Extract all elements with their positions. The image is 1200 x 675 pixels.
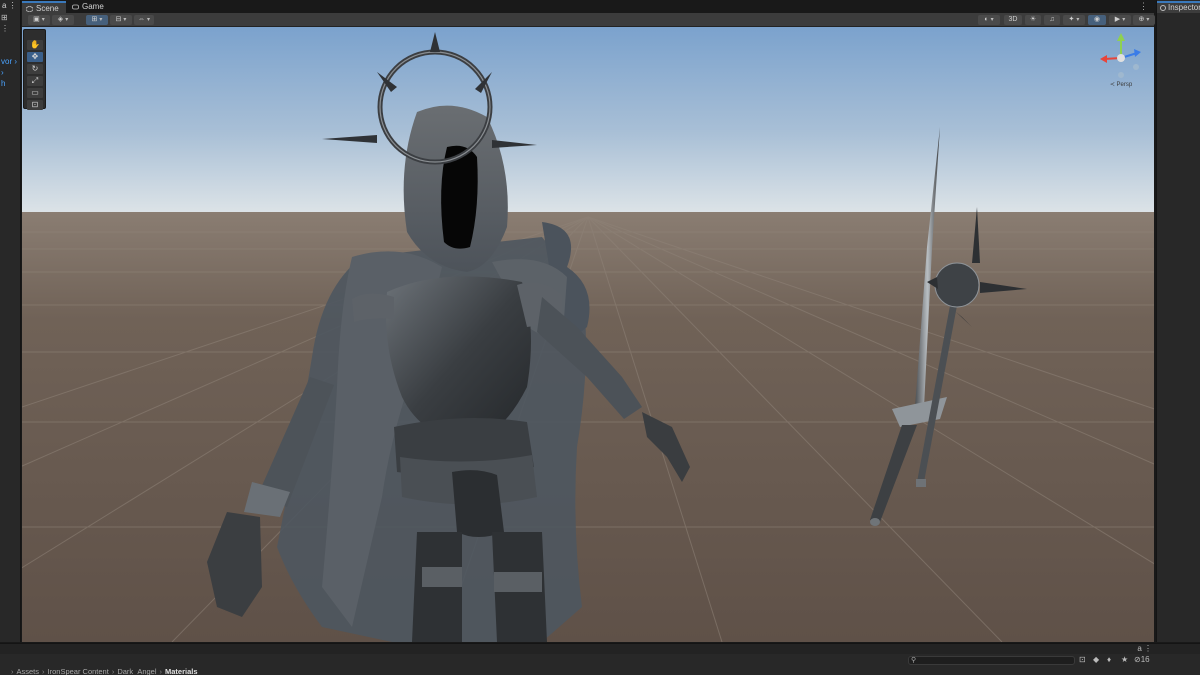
- hierarchy-row[interactable]: [0, 34, 20, 45]
- hierarchy-row[interactable]: h: [0, 78, 20, 89]
- increment-snap-button[interactable]: ⇔ ▾: [134, 15, 154, 25]
- scale-tool-button[interactable]: ⤢: [27, 76, 43, 86]
- transform-handle-button[interactable]: ⊞ ▾: [86, 15, 108, 25]
- audio-toggle-button[interactable]: ♫: [1044, 15, 1060, 25]
- game-tab-icon: [72, 4, 79, 10]
- hierarchy-row[interactable]: ⋮: [0, 23, 20, 34]
- project-panel: a ⋮ ⚲ ⊡ ◆ ♦ ★ ⊘16 › Assets › IronSpear Cont…: [0, 643, 1200, 675]
- rect-icon: ▭: [31, 88, 39, 97]
- breadcrumb-item[interactable]: Dark_Angel: [117, 667, 156, 675]
- filter-type-icon[interactable]: ⊡: [1079, 655, 1086, 664]
- breadcrumb: › Assets › IronSpear Content › Dark_Angel › Mat…: [8, 667, 198, 675]
- inspector-panel: Inspector: [1156, 0, 1200, 642]
- rect-tool-button[interactable]: ▭: [27, 88, 43, 98]
- hierarchy-row[interactable]: vor ›: [0, 56, 20, 67]
- camera-settings-button[interactable]: ▶ ▾: [1109, 15, 1131, 25]
- breadcrumb-item[interactable]: IronSpear Content: [48, 667, 109, 675]
- tab-bar: Scene Game ⋮: [22, 0, 1154, 13]
- hidden-objects-button[interactable]: ◉: [1088, 15, 1106, 25]
- hierarchy-row[interactable]: ›: [0, 67, 20, 78]
- more-options-icon[interactable]: ⋮: [1139, 1, 1148, 12]
- lighting-icon: ☀: [1029, 16, 1037, 23]
- breadcrumb-item[interactable]: Assets: [17, 667, 40, 675]
- filter-label-icon[interactable]: ◆: [1093, 655, 1099, 664]
- increment-snap-icon: ⇔: [137, 16, 145, 23]
- hierarchy-row[interactable]: [0, 45, 20, 56]
- orientation-gizmo[interactable]: ≺ Persp: [1092, 29, 1150, 91]
- panel-menu-icon[interactable]: a ⋮: [1137, 644, 1152, 653]
- move-tool-button[interactable]: ✥: [27, 52, 43, 62]
- breadcrumb-item[interactable]: Materials: [165, 667, 198, 675]
- breadcrumb-arrow-icon: ›: [11, 667, 14, 675]
- favorite-star-icon[interactable]: ★: [1121, 655, 1128, 664]
- shading-icon: ◐: [984, 16, 989, 23]
- visibility-icon: ◉: [1093, 16, 1101, 23]
- 2d-toggle-button[interactable]: 3D: [1004, 15, 1022, 25]
- scene-render: [22, 27, 1154, 642]
- audio-icon: ♫: [1049, 16, 1055, 23]
- project-search-input[interactable]: ⚲: [908, 656, 1075, 665]
- hand-icon: ✋: [30, 40, 40, 49]
- scene-window: Scene Game ⋮ ▣ ▾ ◈ ▾ ⊞ ▾ ⊟ ▾ ⇔ ▾ ◐ ▾ 3D ☀ ♫ ✦ ▾…: [22, 0, 1155, 642]
- lighting-toggle-button[interactable]: ☀: [1025, 15, 1041, 25]
- transform-handle-icon: ⊞: [91, 16, 98, 23]
- breadcrumb-arrow-icon: ›: [42, 667, 45, 675]
- effects-button[interactable]: ✦ ▾: [1063, 15, 1085, 25]
- unity-editor: a ⋮ ⊞ ⋮ vor › › h Scene Game ⋮ ▣ ▾ ◈ ▾ ⊞ ▾ …: [0, 0, 1200, 675]
- gizmos-icon: ⊕: [1138, 16, 1145, 23]
- transform-tool-button[interactable]: ⊡: [27, 100, 43, 110]
- hierarchy-header[interactable]: a ⋮: [0, 0, 20, 12]
- tab-inspector[interactable]: Inspector: [1157, 1, 1200, 13]
- move-icon: ✥: [31, 52, 39, 61]
- info-icon: [1160, 5, 1166, 11]
- camera-icon: ▶: [1114, 16, 1121, 23]
- effects-icon: ✦: [1068, 16, 1075, 23]
- filter-tag-icon[interactable]: ♦: [1107, 655, 1111, 664]
- hierarchy-panel: a ⋮ ⊞ ⋮ vor › › h: [0, 0, 21, 642]
- scale-icon: ⤢: [31, 76, 39, 85]
- draw-mode-button[interactable]: ▣ ▾: [28, 15, 50, 25]
- grid-snap-icon: ⊟: [115, 16, 122, 23]
- rotate-tool-button[interactable]: ↻: [27, 64, 43, 74]
- tab-game[interactable]: Game: [68, 1, 108, 13]
- tools-overlay: ✋ ✥ ↻ ⤢ ▭ ⊡: [23, 29, 46, 110]
- transform-icon: ⊡: [31, 100, 39, 109]
- search-icon: ⚲: [911, 657, 917, 664]
- render-mode-button[interactable]: ◈ ▾: [52, 15, 74, 25]
- scene-tab-icon: [26, 6, 33, 12]
- rotate-icon: ↻: [31, 64, 39, 73]
- hand-tool-button[interactable]: ✋: [27, 40, 43, 50]
- grid-snap-button[interactable]: ⊟ ▾: [110, 15, 132, 25]
- scene-toolbar: ▣ ▾ ◈ ▾ ⊞ ▾ ⊟ ▾ ⇔ ▾ ◐ ▾ 3D ☀ ♫ ✦ ▾ ◉ ▶ ▾ ⊕ ▾: [22, 13, 1155, 27]
- projection-label[interactable]: ≺ Persp: [1092, 81, 1150, 88]
- gizmos-button[interactable]: ⊕ ▾: [1133, 15, 1155, 25]
- breadcrumb-arrow-icon: ›: [159, 667, 163, 675]
- project-toolbar: ⚲ ⊡ ◆ ♦ ★ ⊘16: [0, 654, 1200, 666]
- 2d-toggle-label: 3D: [1008, 16, 1018, 23]
- inspector-tab-label: Inspector: [1168, 3, 1200, 12]
- tab-game-label: Game: [82, 2, 104, 11]
- render-mode-icon: ◈: [57, 16, 64, 23]
- project-panel-header: a ⋮: [0, 644, 1200, 654]
- axis-gizmo-icon: [1100, 33, 1141, 78]
- scene-viewport[interactable]: ✋ ✥ ↻ ⤢ ▭ ⊡ ≺ Persp: [22, 27, 1154, 642]
- tab-scene[interactable]: Scene: [22, 1, 66, 13]
- breadcrumb-arrow-icon: ›: [111, 667, 115, 675]
- draw-mode-icon: ▣: [33, 16, 40, 23]
- tab-scene-label: Scene: [36, 4, 59, 13]
- hierarchy-row[interactable]: ⊞: [0, 12, 20, 23]
- shading-mode-button[interactable]: ◐ ▾: [978, 15, 1000, 25]
- hidden-packages-icon[interactable]: ⊘16: [1134, 655, 1150, 664]
